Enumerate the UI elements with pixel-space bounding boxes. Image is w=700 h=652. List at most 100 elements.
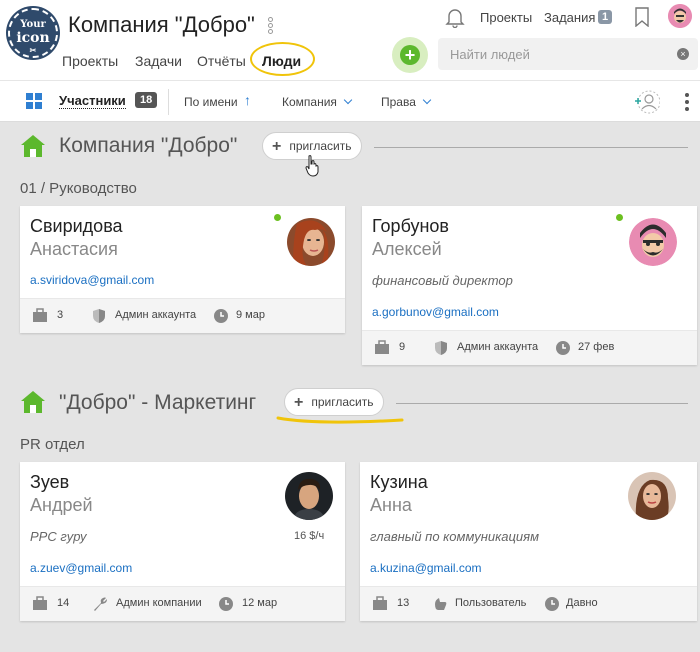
- wrench-icon: [94, 597, 107, 611]
- active-tab-highlight: [250, 42, 315, 76]
- briefcase-icon: [373, 596, 387, 610]
- position-title: финансовый директор: [372, 273, 513, 288]
- people-toolbar: Участники 18 По имени ↑ Компания Права: [0, 80, 700, 122]
- role-label: Пользователь: [455, 597, 527, 609]
- sort-arrow-up-icon[interactable]: ↑: [244, 92, 251, 108]
- last-name: Зуев: [30, 472, 70, 492]
- last-active-date: 27 фев: [578, 341, 615, 353]
- top-link-tasks[interactable]: Задания: [544, 10, 595, 25]
- avatar[interactable]: [285, 472, 333, 520]
- more-options-icon[interactable]: [685, 93, 689, 114]
- avatar-face-icon: [668, 4, 692, 28]
- last-active-date: Давно: [566, 597, 598, 609]
- email-link[interactable]: a.zuev@gmail.com: [30, 561, 132, 575]
- section-title: "Добро" - Маркетинг: [59, 391, 257, 414]
- person-photo-icon: [285, 472, 333, 520]
- first-name: Алексей: [372, 239, 442, 259]
- shield-icon: [435, 341, 447, 355]
- plus-icon: +: [400, 45, 420, 65]
- role-label: Админ аккаунта: [457, 341, 539, 353]
- rights-filter[interactable]: Права: [381, 95, 432, 109]
- briefcase-icon: [375, 340, 389, 354]
- card-footer: 9 Админ аккаунта 27 фев: [362, 330, 697, 365]
- position-title: главный по коммуникациям: [370, 529, 539, 544]
- last-name: Свиридова: [30, 216, 123, 236]
- last-name: Кузина: [370, 472, 428, 492]
- card-footer: 13 Пользователь Давно: [360, 586, 697, 621]
- card-footer: 14 Админ компании 12 мар: [20, 586, 345, 621]
- invite-label: пригласить: [311, 395, 374, 409]
- participants-count-badge: 18: [135, 92, 158, 108]
- section-divider: [374, 147, 688, 148]
- add-user-icon[interactable]: [632, 89, 660, 115]
- department-title: PR отдел: [20, 436, 85, 453]
- clock-icon: [556, 341, 570, 355]
- first-name: Анна: [370, 495, 412, 515]
- app-header: Your icon ✂ Компания "Добро" Проекты Зад…: [0, 0, 700, 80]
- highlight-underline: [276, 416, 404, 424]
- briefcase-icon: [33, 596, 47, 610]
- online-indicator: [616, 214, 623, 221]
- search-input[interactable]: [438, 38, 698, 70]
- person-photo-icon: [287, 218, 335, 266]
- nav-tab-projects[interactable]: Проекты: [62, 53, 118, 69]
- plus-icon: +: [272, 138, 282, 155]
- avatar[interactable]: [628, 472, 676, 520]
- nav-tab-reports[interactable]: Отчёты: [197, 53, 246, 69]
- last-active-date: 9 мар: [236, 309, 265, 321]
- company-filter-label: Компания: [282, 95, 337, 109]
- logo-text: Your: [20, 19, 46, 30]
- last-active-date: 12 мар: [242, 597, 278, 609]
- person-card[interactable]: Свиридова Анастасия a.sviridova@gmail.co…: [20, 206, 345, 333]
- bookmark-icon[interactable]: [634, 7, 650, 27]
- add-button[interactable]: +: [392, 37, 428, 73]
- sort-by-name[interactable]: По имени: [184, 95, 238, 109]
- rights-filter-label: Права: [381, 95, 416, 109]
- nav-tab-tasks[interactable]: Задачи: [135, 53, 182, 69]
- invite-label: пригласить: [289, 139, 352, 153]
- email-link[interactable]: a.sviridova@gmail.com: [30, 273, 154, 287]
- thumb-icon: [435, 598, 447, 610]
- department-title: 01 / Руководство: [20, 180, 137, 197]
- first-name: Анастасия: [30, 239, 118, 259]
- clock-icon: [214, 309, 228, 323]
- projects-count: 14: [57, 597, 70, 609]
- projects-count: 13: [397, 597, 410, 609]
- user-avatar[interactable]: [668, 4, 692, 28]
- projects-count: 3: [57, 309, 64, 321]
- person-card[interactable]: Кузина Анна главный по коммуникациям a.k…: [360, 462, 697, 621]
- shield-icon: [93, 309, 105, 323]
- section-title: Компания "Добро": [59, 134, 238, 157]
- company-filter[interactable]: Компания: [282, 95, 353, 109]
- logo-icon[interactable]: Your icon ✂: [8, 8, 58, 58]
- email-link[interactable]: a.kuzina@gmail.com: [370, 561, 482, 575]
- grid-view-icon[interactable]: [26, 93, 42, 109]
- company-menu-icon[interactable]: [268, 17, 274, 35]
- card-footer: 3 Админ аккаунта 9 мар: [20, 298, 345, 333]
- person-photo-icon: [628, 472, 676, 520]
- top-link-projects[interactable]: Проекты: [480, 10, 532, 25]
- person-card[interactable]: Зуев Андрей PPC гуру a.zuev@gmail.com 16…: [20, 462, 345, 621]
- participants-tab[interactable]: Участники: [59, 93, 126, 109]
- house-icon: [21, 391, 45, 413]
- house-icon: [21, 135, 45, 157]
- person-card[interactable]: Горбунов Алексей финансовый директор a.g…: [362, 206, 697, 365]
- avatar[interactable]: [287, 218, 335, 266]
- divider: [168, 89, 169, 115]
- email-link[interactable]: a.gorbunov@gmail.com: [372, 305, 499, 319]
- role-label: Админ компании: [116, 597, 202, 609]
- tasks-count-badge: 1: [598, 10, 613, 24]
- projects-count: 9: [399, 341, 406, 353]
- briefcase-icon: [33, 308, 47, 322]
- logo-text: icon: [16, 30, 50, 46]
- page-title: Компания "Добро": [68, 12, 255, 37]
- role-label: Админ аккаунта: [115, 309, 197, 321]
- bell-icon[interactable]: [444, 6, 466, 28]
- hourly-rate: 16 $/ч: [294, 530, 325, 542]
- clear-search-icon[interactable]: ×: [677, 48, 689, 60]
- person-illustration-icon: [629, 218, 677, 266]
- first-name: Андрей: [30, 495, 93, 515]
- section-divider: [396, 403, 688, 404]
- avatar[interactable]: [629, 218, 677, 266]
- last-name: Горбунов: [372, 216, 449, 236]
